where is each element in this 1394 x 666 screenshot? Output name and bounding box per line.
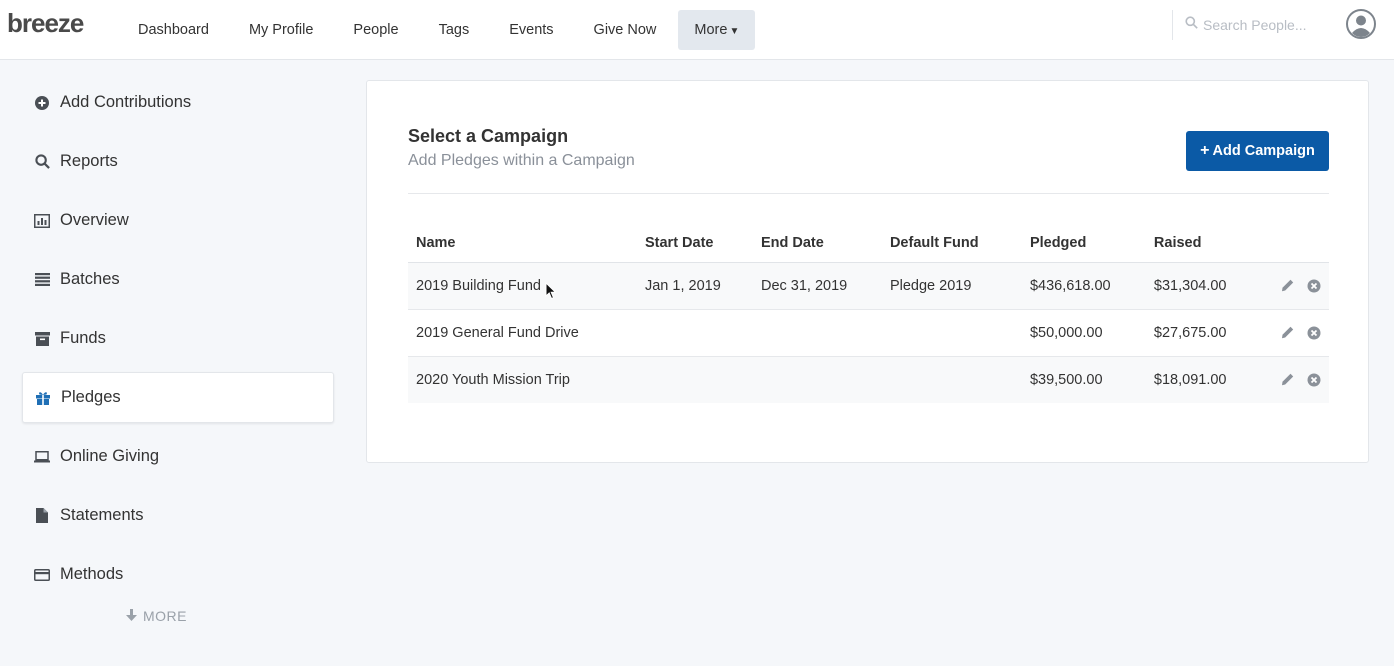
add-campaign-label: Add Campaign bbox=[1212, 143, 1315, 159]
sidebar-item-label: Add Contributions bbox=[60, 93, 192, 111]
edit-pencil-icon[interactable] bbox=[1281, 279, 1295, 293]
page-title: Select a Campaign bbox=[408, 126, 569, 146]
laptop-icon bbox=[34, 449, 50, 465]
search-people-input[interactable] bbox=[1203, 17, 1333, 33]
sidebar-item-label: Pledges bbox=[61, 388, 121, 406]
nav-more-dropdown[interactable]: More ▼ bbox=[678, 10, 756, 50]
sidebar-item-add-contributions[interactable]: Add Contributions bbox=[22, 77, 334, 128]
search-box bbox=[1172, 10, 1333, 40]
sidebar-item-label: Online Giving bbox=[60, 447, 160, 465]
bar-chart-icon bbox=[34, 213, 50, 229]
campaign-name[interactable]: 2019 Building Fund bbox=[408, 262, 637, 310]
plus-circle-icon bbox=[34, 95, 50, 111]
campaign-start-date bbox=[636, 309, 753, 357]
campaigns-table: Name Start Date End Date Default Fund Pl… bbox=[408, 225, 1329, 403]
campaign-end-date bbox=[752, 356, 882, 403]
campaign-raised: $31,304.00 bbox=[1145, 262, 1273, 310]
column-header-raised[interactable]: Raised bbox=[1145, 225, 1273, 263]
sidebar-item-overview[interactable]: Overview bbox=[22, 195, 334, 246]
page-subtitle: Add Pledges within a Campaign bbox=[408, 152, 635, 169]
column-header-actions bbox=[1272, 225, 1329, 263]
campaign-raised: $27,675.00 bbox=[1145, 309, 1273, 357]
edit-pencil-icon[interactable] bbox=[1281, 373, 1295, 387]
sidebar-item-pledges[interactable]: Pledges bbox=[22, 372, 334, 423]
campaign-pledged: $39,500.00 bbox=[1021, 356, 1146, 403]
campaign-default-fund: Pledge 2019 bbox=[881, 262, 1022, 310]
campaign-end-date bbox=[752, 309, 882, 357]
sidebar-item-label: Methods bbox=[60, 565, 124, 583]
contributions-sidebar: Add Contributions Reports Overview Batch… bbox=[22, 77, 334, 624]
sidebar-item-label: Statements bbox=[60, 506, 144, 524]
breeze-logo[interactable]: breeze bbox=[7, 8, 84, 39]
campaign-name[interactable]: 2020 Youth Mission Trip bbox=[408, 356, 637, 403]
sidebar-item-label: Overview bbox=[60, 211, 129, 229]
gift-icon bbox=[35, 390, 51, 406]
main-nav: Dashboard My Profile People Tags Events … bbox=[118, 0, 756, 60]
campaign-default-fund bbox=[881, 309, 1022, 357]
table-row[interactable]: 2020 Youth Mission Trip $39,500.00 $18,0… bbox=[408, 356, 1329, 403]
nav-more-label: More bbox=[694, 22, 728, 38]
campaign-default-fund bbox=[881, 356, 1022, 403]
column-header-end-date[interactable]: End Date bbox=[752, 225, 882, 263]
row-actions bbox=[1272, 309, 1329, 357]
nav-events[interactable]: Events bbox=[489, 10, 573, 50]
file-icon bbox=[34, 508, 50, 524]
nav-people[interactable]: People bbox=[333, 10, 418, 50]
delete-x-circle-icon[interactable] bbox=[1307, 373, 1321, 387]
sidebar-item-reports[interactable]: Reports bbox=[22, 136, 334, 187]
archive-icon bbox=[34, 331, 50, 347]
campaign-raised: $18,091.00 bbox=[1145, 356, 1273, 403]
sidebar-item-online-giving[interactable]: Online Giving bbox=[22, 431, 334, 482]
sidebar-more-label: MORE bbox=[143, 608, 187, 624]
column-header-default-fund[interactable]: Default Fund bbox=[881, 225, 1022, 263]
nav-give-now[interactable]: Give Now bbox=[574, 10, 677, 50]
sidebar-item-methods[interactable]: Methods bbox=[22, 549, 334, 600]
top-navbar: breeze Dashboard My Profile People Tags … bbox=[0, 0, 1394, 60]
search-icon bbox=[34, 154, 50, 170]
column-header-name[interactable]: Name bbox=[408, 225, 637, 263]
row-actions bbox=[1272, 262, 1329, 310]
column-header-start-date[interactable]: Start Date bbox=[636, 225, 753, 263]
column-header-pledged[interactable]: Pledged bbox=[1021, 225, 1146, 263]
campaign-name[interactable]: 2019 General Fund Drive bbox=[408, 309, 637, 357]
sidebar-item-statements[interactable]: Statements bbox=[22, 490, 334, 541]
row-actions bbox=[1272, 356, 1329, 403]
credit-card-icon bbox=[34, 567, 50, 583]
nav-my-profile[interactable]: My Profile bbox=[229, 10, 333, 50]
nav-dashboard[interactable]: Dashboard bbox=[118, 10, 229, 50]
campaign-end-date: Dec 31, 2019 bbox=[752, 262, 882, 310]
delete-x-circle-icon[interactable] bbox=[1307, 326, 1321, 340]
table-row[interactable]: 2019 General Fund Drive $50,000.00 $27,6… bbox=[408, 309, 1329, 357]
plus-icon: + bbox=[1200, 142, 1210, 159]
table-header-row: Name Start Date End Date Default Fund Pl… bbox=[408, 225, 1329, 263]
sidebar-item-label: Batches bbox=[60, 270, 120, 288]
campaigns-card: Select a Campaign Add Pledges within a C… bbox=[366, 80, 1369, 463]
header-divider bbox=[408, 193, 1329, 194]
delete-x-circle-icon[interactable] bbox=[1307, 279, 1321, 293]
search-icon bbox=[1185, 16, 1198, 34]
nav-tags[interactable]: Tags bbox=[419, 10, 490, 50]
campaign-pledged: $50,000.00 bbox=[1021, 309, 1146, 357]
arrow-down-icon bbox=[126, 608, 137, 624]
sidebar-item-label: Funds bbox=[60, 329, 106, 347]
sidebar-item-funds[interactable]: Funds bbox=[22, 313, 334, 364]
sidebar-item-label: Reports bbox=[60, 152, 118, 170]
campaign-pledged: $436,618.00 bbox=[1021, 262, 1146, 310]
mouse-pointer-icon bbox=[545, 281, 557, 300]
sidebar-item-batches[interactable]: Batches bbox=[22, 254, 334, 305]
campaign-start-date bbox=[636, 356, 753, 403]
campaign-start-date: Jan 1, 2019 bbox=[636, 262, 753, 310]
sidebar-more-toggle[interactable]: MORE bbox=[22, 608, 334, 624]
chevron-down-icon: ▼ bbox=[729, 26, 740, 37]
list-icon bbox=[34, 272, 50, 288]
add-campaign-button[interactable]: + Add Campaign bbox=[1186, 131, 1329, 171]
edit-pencil-icon[interactable] bbox=[1281, 326, 1295, 340]
user-avatar[interactable] bbox=[1346, 9, 1376, 39]
